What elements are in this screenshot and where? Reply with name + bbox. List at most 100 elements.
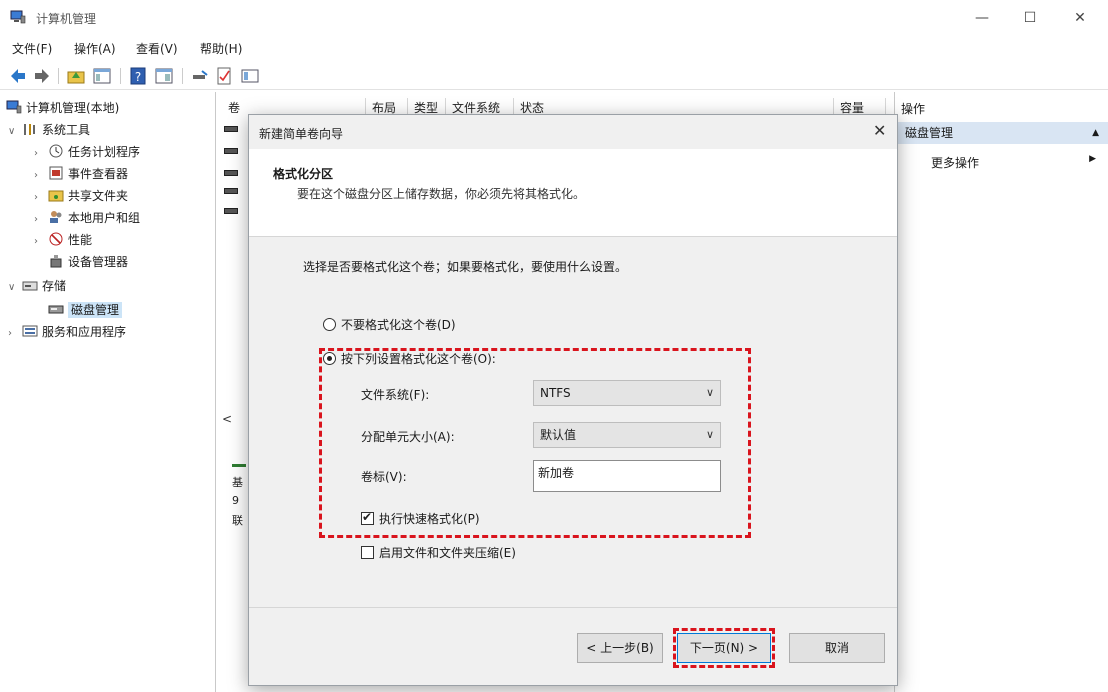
menu-view[interactable]: 查看(V)	[136, 40, 178, 57]
help-icon[interactable]: ?	[128, 66, 148, 86]
disk-status-fragment: 联	[232, 514, 243, 527]
tree-item-performance[interactable]: › 性能	[34, 230, 92, 250]
volume-drive-icon	[224, 126, 238, 132]
tree-label: 服务和应用程序	[42, 325, 127, 339]
clock-icon	[49, 144, 63, 158]
toolbar: ?	[0, 62, 1108, 90]
maximize-button[interactable]: ☐	[1008, 6, 1052, 30]
services-icon	[22, 325, 38, 337]
menu-file[interactable]: 文件(F)	[12, 40, 52, 57]
tree-item-storage[interactable]: ∨ 存储	[8, 276, 66, 296]
expand-chevron-icon[interactable]: ›	[8, 324, 22, 344]
connect-icon[interactable]	[190, 66, 210, 86]
scroll-left-button[interactable]: <	[222, 412, 246, 430]
expand-chevron-icon[interactable]: ›	[34, 166, 48, 186]
dialog-footer: < 上一步(B) 下一页(N) > 取消	[249, 607, 897, 685]
show-hide-tree-icon[interactable]	[92, 66, 112, 86]
tree-label: 计算机管理(本地)	[26, 101, 120, 115]
menu-bar: 文件(F) 操作(A) 查看(V) 帮助(H)	[0, 36, 1108, 60]
toolbar-separator	[58, 68, 59, 84]
expand-chevron-icon[interactable]: ›	[34, 232, 48, 252]
instruction-text: 选择是否要格式化这个卷；如果要格式化，要使用什么设置。	[303, 260, 628, 274]
tree-label: 系统工具	[42, 123, 91, 137]
svg-text:?: ?	[135, 70, 141, 84]
submenu-arrow-icon[interactable]: ▶	[1089, 154, 1096, 164]
title-bar: 计算机管理 — ☐ ✕	[0, 0, 1108, 36]
up-folder-icon[interactable]	[66, 66, 86, 86]
tree-label: 设备管理器	[68, 255, 129, 269]
expand-chevron-icon[interactable]: ›	[34, 210, 48, 230]
no-format-radio[interactable]	[323, 318, 336, 331]
disk-bar	[232, 464, 246, 467]
tree-label: 事件查看器	[68, 167, 129, 181]
actions-section-disk-management[interactable]: 磁盘管理 ▲	[895, 122, 1108, 144]
step-description: 要在这个磁盘分区上储存数据，你必须先将其格式化。	[297, 187, 586, 201]
computer-management-icon	[6, 100, 22, 114]
list-view-icon[interactable]	[240, 66, 260, 86]
storage-icon	[22, 281, 38, 291]
close-window-button[interactable]: ✕	[1058, 6, 1102, 30]
tree-item-local-users[interactable]: › 本地用户和组	[34, 208, 140, 228]
tree-label: 性能	[68, 233, 93, 247]
menu-action[interactable]: 操作(A)	[74, 40, 116, 57]
no-format-label[interactable]: 不要格式化这个卷(D)	[341, 316, 456, 333]
volume-drive-icon	[224, 188, 238, 194]
minimize-button[interactable]: —	[960, 6, 1004, 30]
tree-item-disk-management[interactable]: 磁盘管理	[48, 300, 123, 320]
menu-help[interactable]: 帮助(H)	[200, 40, 242, 57]
event-viewer-icon	[49, 166, 63, 180]
navigation-tree: 计算机管理(本地) ∨ 系统工具 › 任务计划程序 › 事件查看器 › 共享文件…	[0, 92, 216, 692]
actions-header: 操作	[901, 102, 926, 116]
section-label: 磁盘管理	[905, 126, 954, 140]
dialog-body: 选择是否要格式化这个卷；如果要格式化，要使用什么设置。 不要格式化这个卷(D) …	[249, 238, 897, 606]
collapse-chevron-icon[interactable]: ∨	[8, 122, 22, 142]
device-manager-icon	[50, 255, 62, 268]
tree-label: 任务计划程序	[68, 145, 141, 159]
expand-chevron-icon[interactable]: ›	[34, 188, 48, 208]
collapse-chevron-icon[interactable]: ∨	[8, 278, 22, 298]
step-heading: 格式化分区	[273, 167, 334, 181]
next-highlight-box	[673, 628, 775, 668]
tree-item-device-manager[interactable]: 设备管理器	[48, 252, 128, 272]
dialog-close-button[interactable]: ✕	[873, 121, 886, 140]
volume-drive-icon	[224, 208, 238, 214]
actions-pane: 操作 磁盘管理 ▲ 更多操作 ▶	[894, 92, 1108, 692]
expand-chevron-icon[interactable]: ›	[34, 144, 48, 164]
computer-management-icon	[10, 10, 26, 24]
dialog-header: 格式化分区 要在这个磁盘分区上储存数据，你必须先将其格式化。	[249, 149, 897, 237]
toolbar-separator	[182, 68, 183, 84]
forward-arrow-icon[interactable]	[32, 66, 52, 86]
cancel-button[interactable]: 取消	[789, 633, 885, 663]
shared-folder-icon	[48, 190, 64, 202]
disk-label-fragment: 基	[232, 476, 243, 489]
check-document-icon[interactable]	[214, 66, 234, 86]
more-actions-link[interactable]: 更多操作	[931, 154, 979, 171]
back-arrow-icon[interactable]	[8, 66, 28, 86]
performance-icon	[49, 232, 63, 246]
window-title: 计算机管理	[36, 12, 97, 26]
tree-item-event-viewer[interactable]: › 事件查看器	[34, 164, 128, 184]
back-button[interactable]: < 上一步(B)	[577, 633, 663, 663]
tree-item-root[interactable]: 计算机管理(本地)	[6, 98, 119, 118]
highlight-box	[319, 348, 751, 538]
new-simple-volume-wizard: 新建简单卷向导 ✕ 格式化分区 要在这个磁盘分区上储存数据，你必须先将其格式化。…	[248, 114, 898, 686]
tools-icon	[24, 124, 35, 135]
dialog-title: 新建简单卷向导	[259, 127, 344, 141]
tree-label: 存储	[42, 279, 67, 293]
volume-drive-icon	[224, 148, 238, 154]
collapse-triangle-icon[interactable]: ▲	[1092, 122, 1099, 144]
properties-icon[interactable]	[154, 66, 174, 86]
compression-checkbox[interactable]	[361, 546, 374, 559]
tree-item-shared-folders[interactable]: › 共享文件夹	[34, 186, 128, 206]
tree-item-task-scheduler[interactable]: › 任务计划程序	[34, 142, 140, 162]
compression-label[interactable]: 启用文件和文件夹压缩(E)	[379, 544, 516, 561]
tree-item-services-apps[interactable]: › 服务和应用程序	[8, 322, 126, 342]
disk-size-fragment: 9	[232, 494, 239, 507]
tree-label: 本地用户和组	[68, 211, 141, 225]
users-icon	[50, 211, 62, 223]
volume-drive-icon	[224, 170, 238, 176]
tree-label: 共享文件夹	[68, 189, 129, 203]
toolbar-separator	[120, 68, 121, 84]
disk-management-icon	[48, 305, 64, 314]
tree-item-system-tools[interactable]: ∨ 系统工具	[8, 120, 90, 140]
